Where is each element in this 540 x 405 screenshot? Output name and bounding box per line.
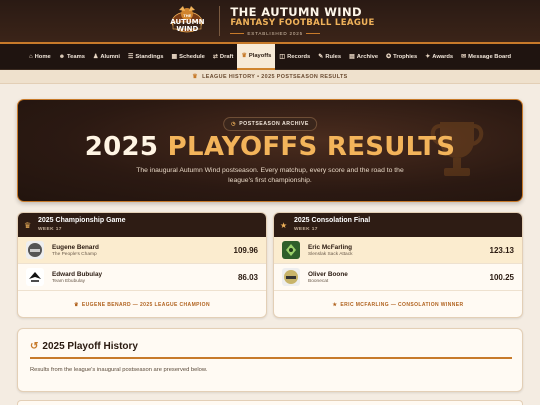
next-section-edge — [17, 400, 523, 405]
playoff-history-section: ↺ 2025 Playoff History Results from the … — [17, 328, 523, 392]
trophy-icon: ♛ — [74, 301, 79, 308]
nav-awards[interactable]: ✦ Awards — [421, 44, 457, 70]
teams-icon: ☻ — [58, 53, 66, 60]
history-icon: ↺ — [30, 341, 39, 352]
nav-rules[interactable]: ✎ Rules — [314, 44, 345, 70]
card-footer: ♛ EUGENE BENARD — 2025 LEAGUE CHAMPION — [74, 301, 210, 308]
card-header: ♛ 2025 Championship Game WEEK 17 — [18, 213, 266, 237]
team-logo-icon — [26, 241, 44, 259]
rules-icon: ✎ — [318, 54, 324, 60]
team-logo-icon — [282, 268, 300, 286]
team-logo-icon — [26, 268, 44, 286]
site-header: THE AUTUMN WIND THE AUTUMN WIND FANTASY … — [0, 0, 540, 44]
nav-playoffs[interactable]: ♛ Playoffs — [237, 43, 276, 70]
main-nav: ⌂ Home ☻ Teams ♟ Alumni ☰ Standings ▦ Schedul… — [0, 43, 540, 70]
home-icon: ⌂ — [28, 53, 33, 60]
championship-card: ♛ 2025 Championship Game WEEK 17 Eugene … — [17, 212, 267, 318]
message-icon: ✉ — [461, 54, 467, 60]
consolation-card: ★ 2025 Consolation Final WEEK 17 Eric Mc… — [273, 212, 523, 318]
section-title: ↺ 2025 Playoff History — [30, 341, 138, 352]
league-logo[interactable]: THE AUTUMN WIND — [165, 2, 209, 40]
team-row[interactable]: Oliver Boone Boonecat 100.25 — [274, 264, 522, 291]
nav-archive[interactable]: ▤ Archive — [345, 44, 382, 70]
card-footer: ★ ERIC MCFARLING — CONSOLATION WINNER — [332, 301, 464, 308]
trophies-icon: ✪ — [386, 54, 392, 60]
nav-records[interactable]: ◫ Records — [275, 44, 314, 70]
alumni-icon: ♟ — [92, 54, 99, 60]
brand-established: ESTABLISHED 2025 — [230, 31, 320, 36]
nav-teams[interactable]: ☻ Teams — [55, 44, 89, 70]
schedule-icon: ▦ — [171, 54, 178, 60]
team-row[interactable]: Eugene Benard The People's Champ 109.96 — [18, 237, 266, 264]
hero-banner: ◷ POSTSEASON ARCHIVE 2025 PLAYOFFS RESUL… — [17, 99, 523, 202]
section-divider — [30, 357, 512, 359]
brand-text: THE AUTUMN WIND FANTASY FOOTBALL LEAGUE … — [230, 6, 374, 36]
trophy-icon: ♛ — [24, 221, 32, 230]
standings-icon: ☰ — [128, 54, 134, 60]
header-divider — [219, 6, 221, 36]
team-row[interactable]: Eric McFarling Slenslak Sack Attack 123.… — [274, 237, 522, 264]
team-score: 123.13 — [489, 245, 514, 255]
archive-icon: ▤ — [349, 54, 355, 60]
trophy-icon: ♛ — [241, 53, 247, 59]
nav-home[interactable]: ⌂ Home — [25, 44, 55, 70]
logo-text: THE AUTUMN WIND — [170, 12, 205, 33]
team-row[interactable]: Edward Bubulay Team Ebubulay 86.03 — [18, 264, 266, 291]
section-text: Results from the league's inaugural post… — [30, 367, 208, 373]
brand-subtitle: FANTASY FOOTBALL LEAGUE — [230, 18, 375, 28]
team-logo-icon — [282, 241, 300, 259]
records-icon: ◫ — [279, 54, 286, 60]
clock-icon: ◷ — [231, 121, 237, 127]
nav-draft[interactable]: ⇄ Draft — [209, 44, 238, 70]
trophy-icon: ♛ — [192, 74, 199, 80]
team-score: 86.03 — [237, 272, 258, 282]
brand-title: THE AUTUMN WIND — [230, 5, 362, 19]
star-icon: ★ — [280, 221, 288, 230]
team-score: 100.25 — [489, 272, 514, 282]
breadcrumb: ♛ LEAGUE HISTORY • 2025 POSTSEASON RESUL… — [0, 70, 540, 84]
nav-standings[interactable]: ☰ Standings — [124, 44, 167, 70]
nav-trophies[interactable]: ✪ Trophies — [382, 44, 421, 70]
awards-icon: ✦ — [425, 54, 431, 60]
postseason-archive-badge: ◷ POSTSEASON ARCHIVE — [223, 117, 317, 131]
hero-description: The inaugural Autumn Wind postseason. Ev… — [136, 167, 404, 184]
star-icon: ★ — [332, 301, 338, 308]
page-title: 2025 PLAYOFFS RESULTS — [84, 132, 456, 162]
nav-alumni[interactable]: ♟ Alumni — [89, 44, 124, 70]
nav-message-board[interactable]: ✉ Message Board — [457, 44, 515, 70]
card-header: ★ 2025 Consolation Final WEEK 17 — [274, 213, 522, 237]
team-score: 109.96 — [233, 245, 258, 255]
draft-icon: ⇄ — [212, 54, 218, 60]
nav-schedule[interactable]: ▦ Schedule — [167, 44, 208, 70]
